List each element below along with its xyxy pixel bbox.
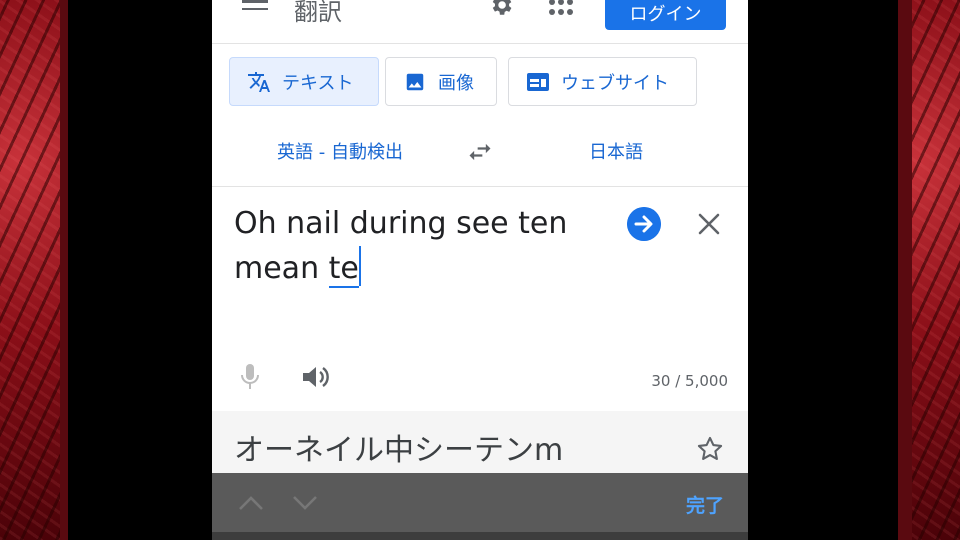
right-panel-edge — [898, 0, 912, 540]
done-button[interactable]: 完了 — [686, 491, 724, 518]
website-icon — [525, 69, 551, 95]
source-text-line-2: mean te — [234, 246, 604, 291]
text-cursor — [358, 246, 361, 286]
keyboard-edge — [212, 532, 748, 540]
divider — [212, 186, 748, 187]
source-text-prefix: mean — [234, 251, 329, 286]
chevron-up-icon[interactable] — [238, 495, 264, 511]
translation-text: オーネイル中シーテンm — [234, 433, 564, 468]
chevron-down-icon[interactable] — [292, 495, 318, 511]
keyboard-accessory-bar: 完了 — [212, 473, 748, 540]
left-panel-edge — [60, 0, 68, 540]
apps-grid-icon[interactable] — [548, 0, 574, 18]
mode-tabs: テキスト 画像 ウェブサイト — [212, 57, 748, 107]
tab-text[interactable]: テキスト — [229, 57, 379, 106]
source-language-button[interactable]: 英語 - 自動検出 — [277, 138, 403, 164]
left-decorative-panel — [0, 0, 68, 540]
tab-website-label: ウェブサイト — [561, 72, 669, 94]
translation-output: オーネイル中シーテンm — [212, 411, 748, 473]
tab-image-label: 画像 — [438, 72, 474, 94]
language-selector: 英語 - 自動検出 日本語 — [212, 130, 748, 174]
login-button[interactable]: ログイン — [605, 0, 726, 30]
app-header: 翻訳 ログイン — [212, 0, 748, 44]
source-text-input[interactable]: Oh nail during see ten mean te — [234, 202, 604, 291]
gear-icon[interactable] — [486, 0, 516, 18]
translate-arrow-icon[interactable] — [627, 207, 661, 241]
speaker-icon[interactable] — [300, 363, 330, 391]
tab-website[interactable]: ウェブサイト — [508, 57, 697, 106]
tab-image[interactable]: 画像 — [385, 57, 497, 106]
microphone-icon[interactable] — [238, 362, 262, 392]
active-word: te — [328, 251, 359, 288]
image-icon — [402, 69, 428, 95]
source-text-line-1: Oh nail during see ten — [234, 206, 568, 241]
menu-icon[interactable] — [242, 0, 268, 18]
close-icon[interactable] — [696, 211, 722, 237]
target-language-button[interactable]: 日本語 — [589, 138, 643, 164]
tab-text-label: テキスト — [282, 72, 354, 94]
phone-screen: 翻訳 ログイン テキスト 画像 ウェブサイト 英語 - 自動検出 日本語 Oh … — [212, 0, 748, 540]
star-icon[interactable] — [696, 435, 724, 463]
character-count: 30 / 5,000 — [651, 372, 728, 390]
translate-icon — [246, 69, 272, 95]
swap-languages-icon[interactable] — [466, 138, 494, 166]
app-title: 翻訳 — [294, 0, 342, 26]
